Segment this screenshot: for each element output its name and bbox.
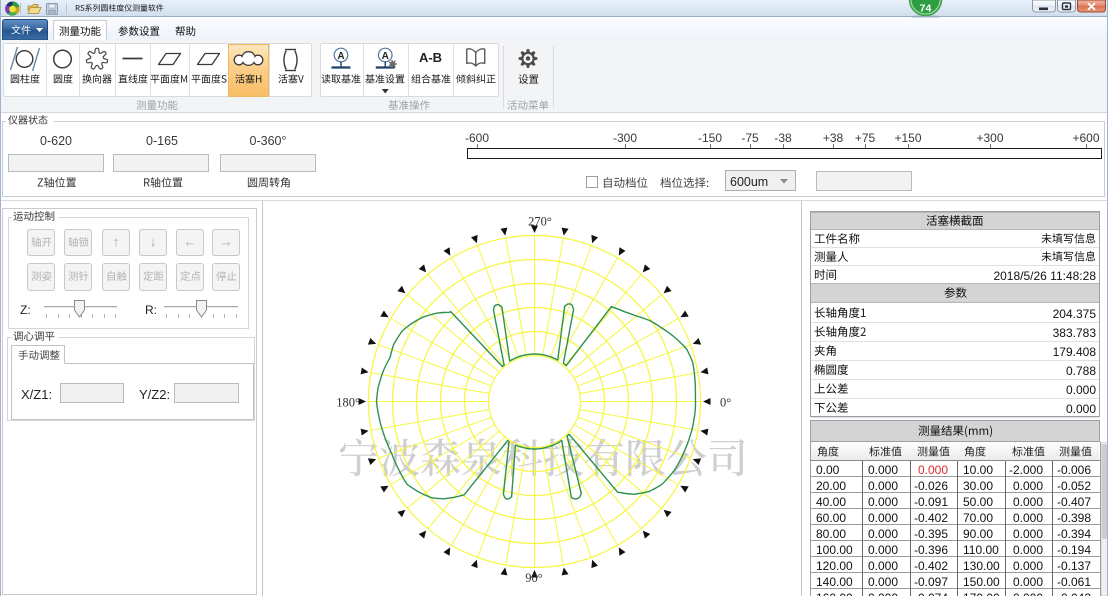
svg-text:180°: 180° — [336, 396, 360, 410]
svg-text:0°: 0° — [720, 396, 731, 410]
svg-text:90°: 90° — [525, 571, 543, 585]
svg-text:74: 74 — [920, 3, 932, 15]
svg-text:270°: 270° — [528, 215, 552, 229]
